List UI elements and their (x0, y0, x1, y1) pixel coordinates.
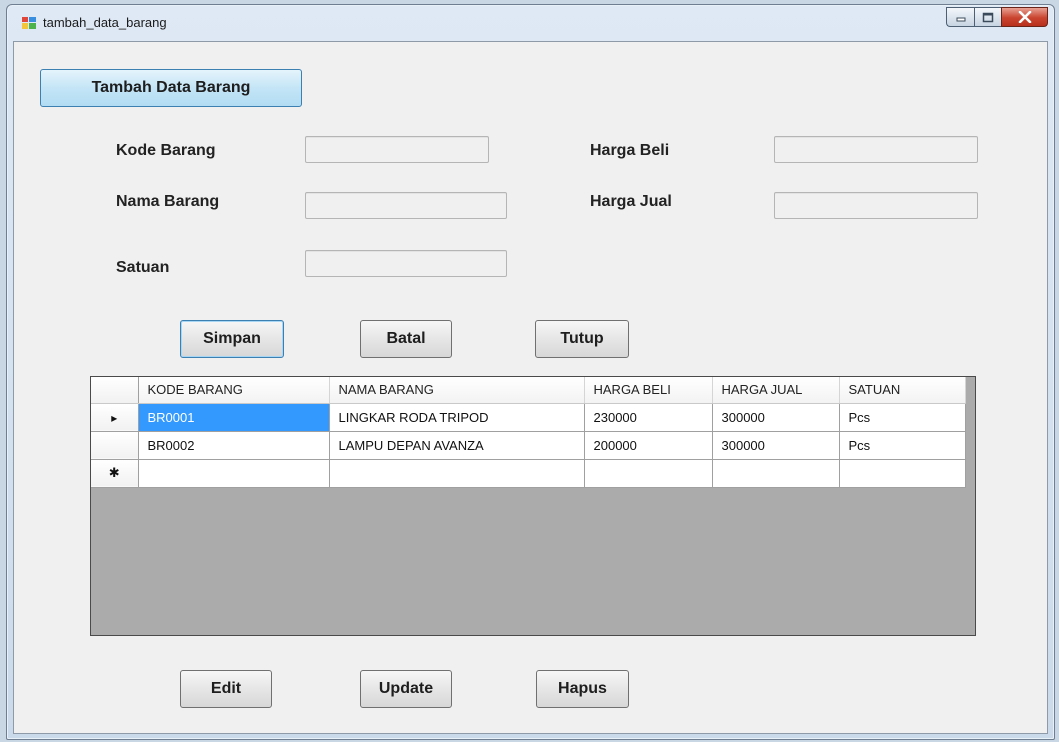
harga-jual-input[interactable] (774, 192, 978, 219)
minimize-button[interactable] (946, 7, 974, 27)
app-form-icon (22, 17, 36, 29)
close-icon (1018, 11, 1031, 23)
table-row[interactable]: BR0002 LAMPU DEPAN AVANZA 200000 300000 … (91, 431, 966, 460)
new-row[interactable]: ✱ (91, 459, 966, 488)
cell-nama-barang[interactable]: LINGKAR RODA TRIPOD (329, 403, 585, 432)
cell-kode-barang[interactable]: BR0001 (138, 403, 330, 432)
batal-button[interactable]: Batal (360, 320, 452, 358)
data-grid-table: KODE BARANG NAMA BARANG HARGA BELI HARGA… (91, 377, 966, 488)
row-header-new[interactable]: ✱ (91, 459, 139, 488)
maximize-button[interactable] (974, 7, 1001, 27)
cell-satuan[interactable]: Pcs (839, 431, 966, 460)
maximize-icon (982, 12, 994, 22)
cell-harga-beli[interactable]: 230000 (584, 403, 713, 432)
column-header-nama-barang[interactable]: NAMA BARANG (329, 377, 585, 404)
nama-barang-label: Nama Barang (116, 193, 220, 210)
cell-satuan[interactable]: Pcs (839, 403, 966, 432)
new-cell[interactable] (584, 459, 713, 488)
cell-harga-beli[interactable]: 200000 (584, 431, 713, 460)
current-row-arrow-icon: ▸ (111, 410, 118, 425)
satuan-label: Satuan (116, 259, 170, 276)
kode-barang-input[interactable] (305, 136, 489, 163)
grid-header-row: KODE BARANG NAMA BARANG HARGA BELI HARGA… (91, 377, 966, 404)
close-button[interactable] (1001, 7, 1048, 27)
cell-harga-jual[interactable]: 300000 (712, 403, 840, 432)
column-header-kode-barang[interactable]: KODE BARANG (138, 377, 330, 404)
window-controls (946, 7, 1048, 29)
kode-barang-label: Kode Barang (116, 142, 216, 159)
title-bar[interactable]: tambah_data_barang (7, 5, 1054, 43)
new-cell[interactable] (138, 459, 330, 488)
tambah-data-barang-button[interactable]: Tambah Data Barang (40, 69, 302, 107)
data-grid[interactable]: KODE BARANG NAMA BARANG HARGA BELI HARGA… (90, 376, 976, 636)
new-cell[interactable] (329, 459, 585, 488)
hapus-button[interactable]: Hapus (536, 670, 629, 708)
column-header-harga-beli[interactable]: HARGA BELI (584, 377, 713, 404)
tutup-button[interactable]: Tutup (535, 320, 629, 358)
cell-harga-jual[interactable]: 300000 (712, 431, 840, 460)
update-button[interactable]: Update (360, 670, 452, 708)
form-client-area: Tambah Data Barang Kode Barang Nama Bara… (13, 41, 1048, 734)
column-header-harga-jual[interactable]: HARGA JUAL (712, 377, 840, 404)
nama-barang-input[interactable] (305, 192, 507, 219)
window-title: tambah_data_barang (43, 15, 167, 30)
grid-corner-header[interactable] (91, 377, 139, 404)
satuan-input[interactable] (305, 250, 507, 277)
simpan-button[interactable]: Simpan (180, 320, 284, 358)
row-header-current[interactable]: ▸ (91, 403, 139, 432)
new-cell[interactable] (712, 459, 840, 488)
column-header-satuan[interactable]: SATUAN (839, 377, 966, 404)
harga-beli-input[interactable] (774, 136, 978, 163)
harga-jual-label: Harga Jual (590, 193, 672, 210)
cell-kode-barang[interactable]: BR0002 (138, 431, 330, 460)
new-cell[interactable] (839, 459, 966, 488)
application-window: tambah_data_barang Tambah Data Barang Ko… (6, 4, 1055, 740)
table-row[interactable]: ▸ BR0001 LINGKAR RODA TRIPOD 230000 3000… (91, 403, 966, 432)
row-header[interactable] (91, 431, 139, 460)
minimize-icon (956, 17, 965, 22)
harga-beli-label: Harga Beli (590, 142, 670, 159)
edit-button[interactable]: Edit (180, 670, 272, 708)
cell-nama-barang[interactable]: LAMPU DEPAN AVANZA (329, 431, 585, 460)
new-row-asterisk-icon: ✱ (108, 465, 120, 480)
